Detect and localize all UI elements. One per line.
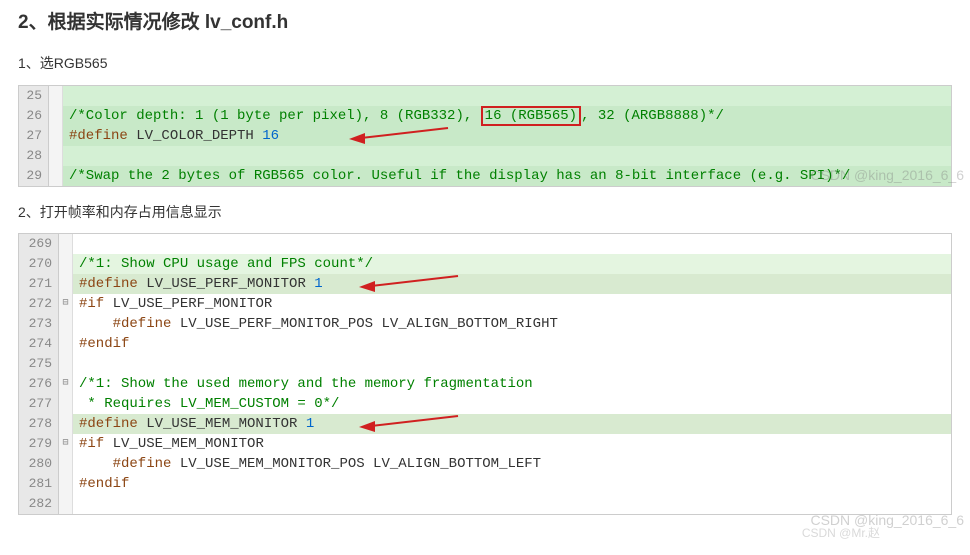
- fold-gutter: [59, 394, 73, 414]
- line-number: 282: [19, 494, 59, 514]
- line-number: 277: [19, 394, 59, 414]
- code-line: 28: [19, 146, 951, 166]
- line-number: 27: [19, 126, 49, 146]
- fold-gutter: [59, 354, 73, 374]
- fold-gutter: [59, 454, 73, 474]
- code-content: #define LV_USE_PERF_MONITOR_POS LV_ALIGN…: [73, 314, 951, 334]
- code-content: [73, 494, 951, 514]
- code-content: #endif: [73, 474, 951, 494]
- arrow-annotation: [353, 274, 463, 294]
- code-line: 269: [19, 234, 951, 254]
- code-line: 280 #define LV_USE_MEM_MONITOR_POS LV_AL…: [19, 454, 951, 474]
- line-number: 275: [19, 354, 59, 374]
- fold-gutter: [49, 106, 63, 126]
- line-number: 278: [19, 414, 59, 434]
- line-number: 280: [19, 454, 59, 474]
- code-content: #define LV_COLOR_DEPTH 16: [63, 126, 951, 146]
- fold-gutter[interactable]: ⊟: [59, 374, 73, 394]
- code-line: 26 /*Color depth: 1 (1 byte per pixel), 8…: [19, 106, 951, 126]
- arrow-annotation: [343, 126, 453, 146]
- fold-gutter: [59, 334, 73, 354]
- code-content: /*1: Show CPU usage and FPS count*/: [73, 254, 951, 274]
- fold-gutter: [59, 474, 73, 494]
- code-block-1: 2526 /*Color depth: 1 (1 byte per pixel),…: [18, 85, 952, 187]
- code-content: #define LV_USE_MEM_MONITOR_POS LV_ALIGN_…: [73, 454, 951, 474]
- line-number: 270: [19, 254, 59, 274]
- code-content: #define LV_USE_PERF_MONITOR 1: [73, 274, 951, 294]
- line-number: 29: [19, 166, 49, 186]
- code-content: /*Swap the 2 bytes of RGB565 color. Usef…: [63, 166, 951, 186]
- line-number: 274: [19, 334, 59, 354]
- fold-gutter: [59, 254, 73, 274]
- fold-gutter: [49, 86, 63, 106]
- code-content: #if LV_USE_PERF_MONITOR: [73, 294, 951, 314]
- code-line: 282: [19, 494, 951, 514]
- code-content: #if LV_USE_MEM_MONITOR: [73, 434, 951, 454]
- fold-gutter: [59, 494, 73, 514]
- code-content: #endif: [73, 334, 951, 354]
- code-line: 275: [19, 354, 951, 374]
- sub-heading-1: 1、选RGB565: [18, 52, 952, 74]
- line-number: 273: [19, 314, 59, 334]
- code-line: 273 #define LV_USE_PERF_MONITOR_POS LV_A…: [19, 314, 951, 334]
- code-line: 27 #define LV_COLOR_DEPTH 16: [19, 126, 951, 146]
- code-content: /*Color depth: 1 (1 byte per pixel), 8 (…: [63, 106, 951, 126]
- code-line: 279⊟#if LV_USE_MEM_MONITOR: [19, 434, 951, 454]
- code-content: [63, 86, 951, 106]
- code-line: 278 #define LV_USE_MEM_MONITOR 1: [19, 414, 951, 434]
- code-line: 274 #endif: [19, 334, 951, 354]
- code-line: 29 /*Swap the 2 bytes of RGB565 color. Us…: [19, 166, 951, 186]
- highlight-box: 16 (RGB565): [481, 106, 581, 126]
- fold-gutter: [49, 146, 63, 166]
- line-number: 28: [19, 146, 49, 166]
- watermark: CSDN @Mr.赵: [802, 524, 880, 543]
- code-line: 277 * Requires LV_MEM_CUSTOM = 0*/: [19, 394, 951, 414]
- code-line: 272⊟#if LV_USE_PERF_MONITOR: [19, 294, 951, 314]
- fold-gutter: [59, 274, 73, 294]
- code-content: #define LV_USE_MEM_MONITOR 1: [73, 414, 951, 434]
- line-number: 271: [19, 274, 59, 294]
- fold-gutter: [59, 234, 73, 254]
- code-line: 25: [19, 86, 951, 106]
- code-content: [63, 146, 951, 166]
- section-heading: 2、根据实际情况修改 lv_conf.h: [18, 8, 952, 38]
- code-content: * Requires LV_MEM_CUSTOM = 0*/: [73, 394, 951, 414]
- code-line: 270 /*1: Show CPU usage and FPS count*/: [19, 254, 951, 274]
- fold-gutter: [49, 126, 63, 146]
- code-content: [73, 234, 951, 254]
- code-block-2: 269270 /*1: Show CPU usage and FPS count*…: [18, 233, 952, 515]
- fold-gutter[interactable]: ⊟: [59, 434, 73, 454]
- code-line: 276⊟/*1: Show the used memory and the me…: [19, 374, 951, 394]
- sub-heading-2: 2、打开帧率和内存占用信息显示: [18, 201, 952, 223]
- line-number: 272: [19, 294, 59, 314]
- line-number: 269: [19, 234, 59, 254]
- line-number: 279: [19, 434, 59, 454]
- line-number: 25: [19, 86, 49, 106]
- fold-gutter: [59, 414, 73, 434]
- code-content: /*1: Show the used memory and the memory…: [73, 374, 951, 394]
- fold-gutter: [59, 314, 73, 334]
- code-line: 271 #define LV_USE_PERF_MONITOR 1: [19, 274, 951, 294]
- fold-gutter[interactable]: ⊟: [59, 294, 73, 314]
- line-number: 276: [19, 374, 59, 394]
- line-number: 26: [19, 106, 49, 126]
- code-content: [73, 354, 951, 374]
- fold-gutter: [49, 166, 63, 186]
- line-number: 281: [19, 474, 59, 494]
- arrow-annotation: [353, 414, 463, 434]
- code-line: 281 #endif: [19, 474, 951, 494]
